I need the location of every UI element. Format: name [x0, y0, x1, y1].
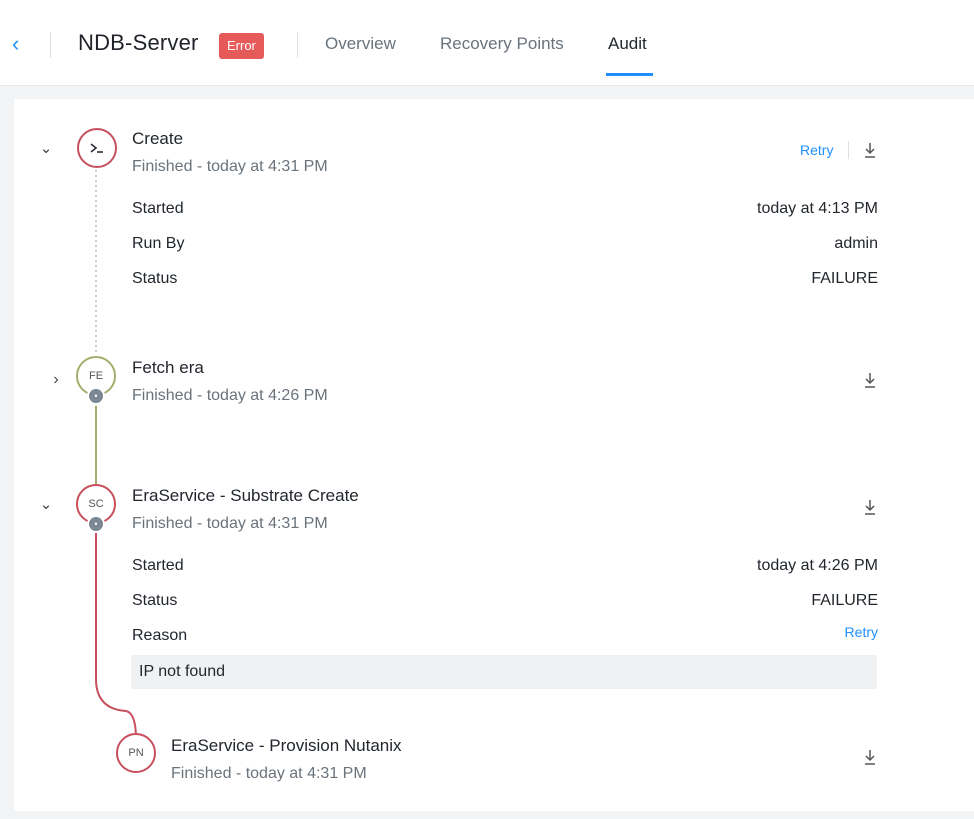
expand-chevron-icon[interactable]: ›: [48, 372, 64, 388]
tab-audit[interactable]: Audit: [608, 34, 647, 54]
reason-message-box: IP not found: [131, 655, 877, 689]
detail-label-status: Status: [132, 592, 178, 609]
header-divider: [297, 32, 298, 58]
terminal-icon: [77, 128, 117, 168]
reason-text: IP not found: [139, 663, 225, 680]
sc-connector: [95, 533, 137, 740]
detail-label-run-by: Run By: [132, 235, 185, 252]
download-icon[interactable]: [863, 141, 877, 159]
collapse-chevron-icon[interactable]: ⌄: [38, 497, 54, 513]
action-divider: [848, 141, 849, 159]
retry-link[interactable]: Retry: [845, 624, 878, 640]
active-tab-indicator: [606, 73, 653, 76]
operation-title: Create: [132, 129, 184, 148]
avatar-initials: SC: [88, 498, 104, 510]
operation-subtitle: Finished - today at 4:31 PM: [132, 158, 328, 175]
pn-avatar: PN: [116, 733, 156, 773]
operation-title: EraService - Substrate Create: [132, 486, 359, 505]
operation-subtitle: Finished - today at 4:31 PM: [171, 765, 367, 782]
detail-label-reason: Reason: [132, 627, 188, 644]
detail-label-status: Status: [132, 270, 178, 287]
back-chevron-icon[interactable]: ‹: [12, 32, 30, 56]
tab-recovery-points[interactable]: Recovery Points: [440, 34, 564, 54]
download-icon[interactable]: [863, 748, 877, 766]
detail-value-status: FAILURE: [811, 592, 878, 609]
detail-value-started: today at 4:13 PM: [757, 200, 878, 217]
detail-label-started: Started: [132, 200, 184, 217]
audit-timeline-panel: ⌄ Create Finished - today at 4:31 PM Ret…: [14, 99, 974, 811]
page-header: ‹ NDB-Server Error Overview Recovery Poi…: [0, 0, 974, 86]
operation-title: Fetch era: [132, 358, 204, 377]
detail-value-status: FAILURE: [811, 270, 878, 287]
operation-subtitle: Finished - today at 4:26 PM: [132, 387, 328, 404]
status-badge: Error: [219, 33, 264, 59]
child-count-badge: •: [87, 387, 105, 405]
detail-value-run-by: admin: [834, 235, 878, 252]
tab-overview[interactable]: Overview: [325, 34, 396, 54]
download-icon[interactable]: [863, 371, 877, 389]
avatar-initials: PN: [128, 747, 144, 759]
download-icon[interactable]: [863, 498, 877, 516]
operation-title: EraService - Provision Nutanix: [171, 736, 402, 755]
operation-subtitle: Finished - today at 4:31 PM: [132, 515, 328, 532]
collapse-chevron-icon[interactable]: ⌄: [38, 141, 54, 157]
detail-label-started: Started: [132, 557, 184, 574]
retry-link[interactable]: Retry: [800, 142, 833, 158]
detail-value-started: today at 4:26 PM: [757, 557, 878, 574]
page-title: NDB-Server: [78, 30, 199, 55]
child-count-badge: •: [87, 515, 105, 533]
avatar-initials: FE: [88, 370, 104, 382]
header-divider: [50, 32, 51, 58]
